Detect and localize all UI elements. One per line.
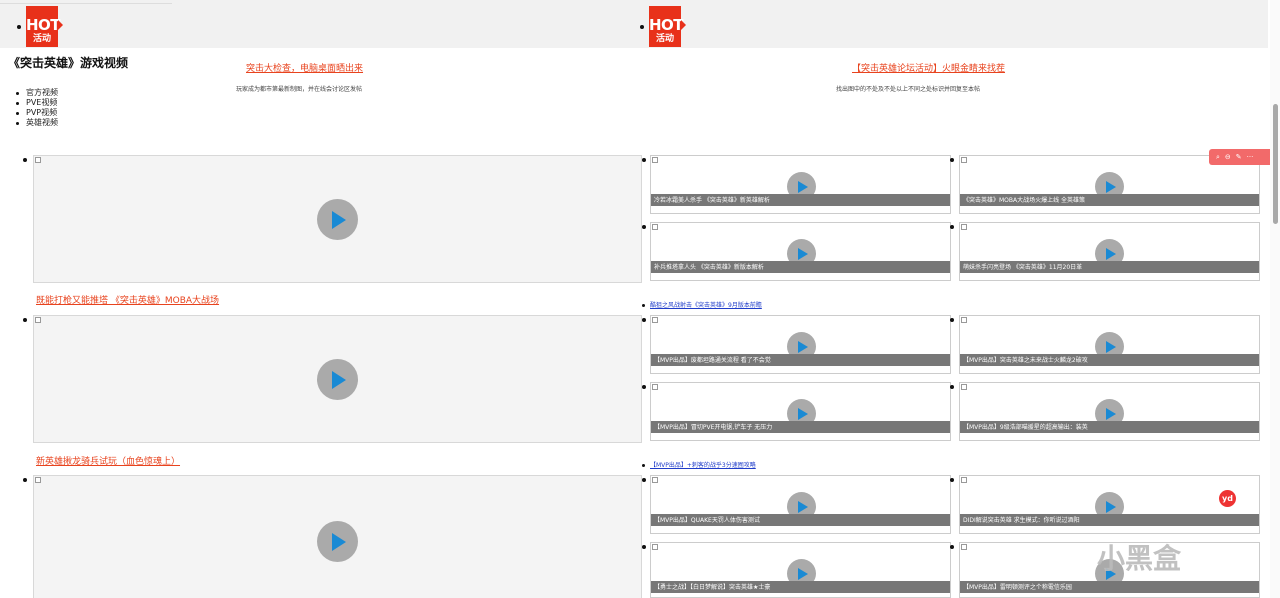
broken-image-icon bbox=[961, 384, 967, 390]
list-bullet bbox=[17, 25, 21, 29]
video-thumbnail[interactable]: 冷若冰霜美人杀手 《突击英雄》新英雄解析 bbox=[650, 155, 951, 214]
video-caption[interactable]: 【MVP出品】突击英雄之未来战士火麟龙2破攻 bbox=[963, 355, 1088, 364]
broken-image-icon bbox=[35, 477, 41, 483]
blue-title-link[interactable]: 酷狙之风战射击《突击英雄》9月版本前瞻 bbox=[650, 300, 762, 309]
hot-badge-sub: 活动 bbox=[655, 34, 674, 44]
video-thumbnail[interactable]: 【MVP出品】废都坦路通关流程 看了不会觉 bbox=[650, 315, 951, 374]
list-bullet bbox=[642, 464, 645, 467]
list-bullet bbox=[950, 158, 954, 162]
broken-image-icon bbox=[961, 317, 967, 323]
top-activity-bar bbox=[0, 0, 1268, 48]
search-icon[interactable]: ⌕ bbox=[1216, 149, 1220, 165]
video-caption[interactable]: 萌妹杀手闪亮登场 《突击英雄》11月20日革 bbox=[963, 262, 1082, 271]
broken-image-icon bbox=[652, 224, 658, 230]
video-caption[interactable]: 【MVP出品】9级浩部喵援星的超高输出：装英 bbox=[963, 422, 1088, 431]
video-thumbnail[interactable]: 【MVP出品】突击英雄之未来战士火麟龙2破攻 bbox=[959, 315, 1260, 374]
video-thumbnail[interactable] bbox=[33, 315, 642, 443]
floating-badge-icon[interactable]: yd bbox=[1219, 490, 1236, 507]
list-bullet bbox=[950, 478, 954, 482]
promo-link[interactable]: 【突击英雄论坛活动】火眼金睛来找茬 bbox=[852, 61, 1005, 74]
hot-badge-text: HOT bbox=[26, 16, 61, 34]
scrollbar-thumb[interactable] bbox=[1273, 104, 1278, 224]
video-thumbnail[interactable]: 【MVP出品】QUAKE天罚人体伤害测试 bbox=[650, 475, 951, 534]
section-title: 《突击英雄》游戏视频 bbox=[8, 56, 129, 70]
video-thumbnail[interactable] bbox=[33, 155, 642, 283]
play-icon[interactable] bbox=[317, 359, 358, 400]
broken-image-icon bbox=[961, 544, 967, 550]
promo-subtitle: 找出图中的不处及不处以上不同之处标识并回复至本帖 bbox=[836, 86, 981, 93]
broken-image-icon bbox=[961, 157, 967, 163]
list-bullet bbox=[642, 318, 646, 322]
video-caption[interactable]: 【MVP出品】QUAKE天罚人体伤害测试 bbox=[654, 515, 760, 524]
video-thumbnail[interactable]: 补兵推塔拿人头 《突击英雄》新版本解析 bbox=[650, 222, 951, 281]
list-bullet bbox=[642, 304, 645, 307]
list-bullet bbox=[640, 25, 644, 29]
video-thumbnail[interactable] bbox=[33, 475, 642, 598]
video-thumbnail[interactable]: DIDI解说突击英雄 求生模式：你听说过酒阳 bbox=[959, 475, 1260, 534]
category-item[interactable]: PVE视频 bbox=[16, 98, 58, 108]
video-title-link[interactable]: 既能打枪又能推塔 《突击英雄》MOBA大战场 bbox=[36, 293, 219, 306]
more-icon[interactable]: ··· bbox=[1247, 149, 1254, 165]
broken-image-icon bbox=[652, 157, 658, 163]
play-icon[interactable] bbox=[317, 521, 358, 562]
category-item[interactable]: PVP视频 bbox=[16, 108, 58, 118]
video-thumbnail[interactable]: 萌妹杀手闪亮登场 《突击英雄》11月20日革 bbox=[959, 222, 1260, 281]
video-caption[interactable]: 【勇士之战】【白日梦解说】突击英雄★士豪 bbox=[654, 582, 770, 591]
category-item[interactable]: 官方视频 bbox=[16, 88, 58, 98]
list-bullet bbox=[642, 385, 646, 389]
hot-activity-badge[interactable]: HOT 活动 bbox=[649, 6, 686, 47]
promo-subtitle: 玩家成为都市第最新制图，并在线会讨论区发帖 bbox=[236, 86, 363, 93]
video-caption[interactable]: DIDI解说突击英雄 求生模式：你听说过酒阳 bbox=[963, 515, 1080, 524]
list-bullet bbox=[950, 225, 954, 229]
video-caption[interactable]: 【MVP出品】废都坦路通关流程 看了不会觉 bbox=[654, 355, 771, 364]
video-thumbnail[interactable]: 【MVP出品】冒切PVE开电锯,铲车子 无压力 bbox=[650, 382, 951, 441]
broken-image-icon bbox=[961, 477, 967, 483]
broken-image-icon bbox=[35, 157, 41, 163]
list-bullet bbox=[950, 545, 954, 549]
list-bullet bbox=[950, 385, 954, 389]
watermark-logo: 小黑盒 bbox=[1097, 542, 1182, 575]
video-title-link[interactable]: 新英雄揪龙骑兵试玩（血色惊魂上） bbox=[36, 454, 180, 467]
broken-image-icon bbox=[652, 477, 658, 483]
list-bullet bbox=[642, 158, 646, 162]
list-bullet bbox=[642, 545, 646, 549]
play-icon[interactable] bbox=[317, 199, 358, 240]
list-bullet bbox=[23, 478, 27, 482]
video-caption[interactable]: 【MVP出品】冒切PVE开电锯,铲车子 无压力 bbox=[654, 422, 772, 431]
promo-link[interactable]: 突击大检查，电脑桌面晒出来 bbox=[246, 61, 363, 74]
list-bullet bbox=[23, 158, 27, 162]
list-bullet bbox=[642, 478, 646, 482]
pen-icon[interactable]: ✎ bbox=[1236, 149, 1242, 165]
minus-circle-icon[interactable]: ⊖ bbox=[1225, 149, 1231, 165]
video-caption[interactable]: 《突击英雄》MOBA大战场火爆上线 全英雄策 bbox=[963, 195, 1085, 204]
video-thumbnail[interactable]: 【MVP出品】9级浩部喵援星的超高输出：装英 bbox=[959, 382, 1260, 441]
broken-image-icon bbox=[652, 384, 658, 390]
video-caption[interactable]: 冷若冰霜美人杀手 《突击英雄》新英雄解析 bbox=[654, 195, 770, 204]
hot-badge-text: HOT bbox=[649, 16, 684, 34]
category-item[interactable]: 英雄视频 bbox=[16, 118, 58, 128]
list-bullet bbox=[950, 318, 954, 322]
broken-image-icon bbox=[652, 544, 658, 550]
video-caption[interactable]: 补兵推塔拿人头 《突击英雄》新版本解析 bbox=[654, 262, 764, 271]
category-list: 官方视频 PVE视频 PVP视频 英雄视频 bbox=[16, 88, 58, 128]
video-caption[interactable]: 【MVP出品】雷明顿测评之个称電信乐园 bbox=[963, 582, 1072, 591]
floating-toolbar[interactable]: ⌕ ⊖ ✎ ··· bbox=[1209, 149, 1275, 165]
list-bullet bbox=[23, 318, 27, 322]
broken-image-icon bbox=[652, 317, 658, 323]
broken-image-icon bbox=[35, 317, 41, 323]
hot-activity-badge[interactable]: HOT 活动 bbox=[26, 6, 63, 47]
top-divider bbox=[0, 3, 172, 4]
blue-title-link[interactable]: 【MVP出品】+刺客的战乎3分速囿攻略 bbox=[650, 460, 756, 469]
hot-badge-sub: 活动 bbox=[32, 34, 51, 44]
broken-image-icon bbox=[961, 224, 967, 230]
scrollbar-track[interactable] bbox=[1270, 0, 1280, 598]
video-thumbnail[interactable]: 【勇士之战】【白日梦解说】突击英雄★士豪 bbox=[650, 542, 951, 598]
list-bullet bbox=[642, 225, 646, 229]
